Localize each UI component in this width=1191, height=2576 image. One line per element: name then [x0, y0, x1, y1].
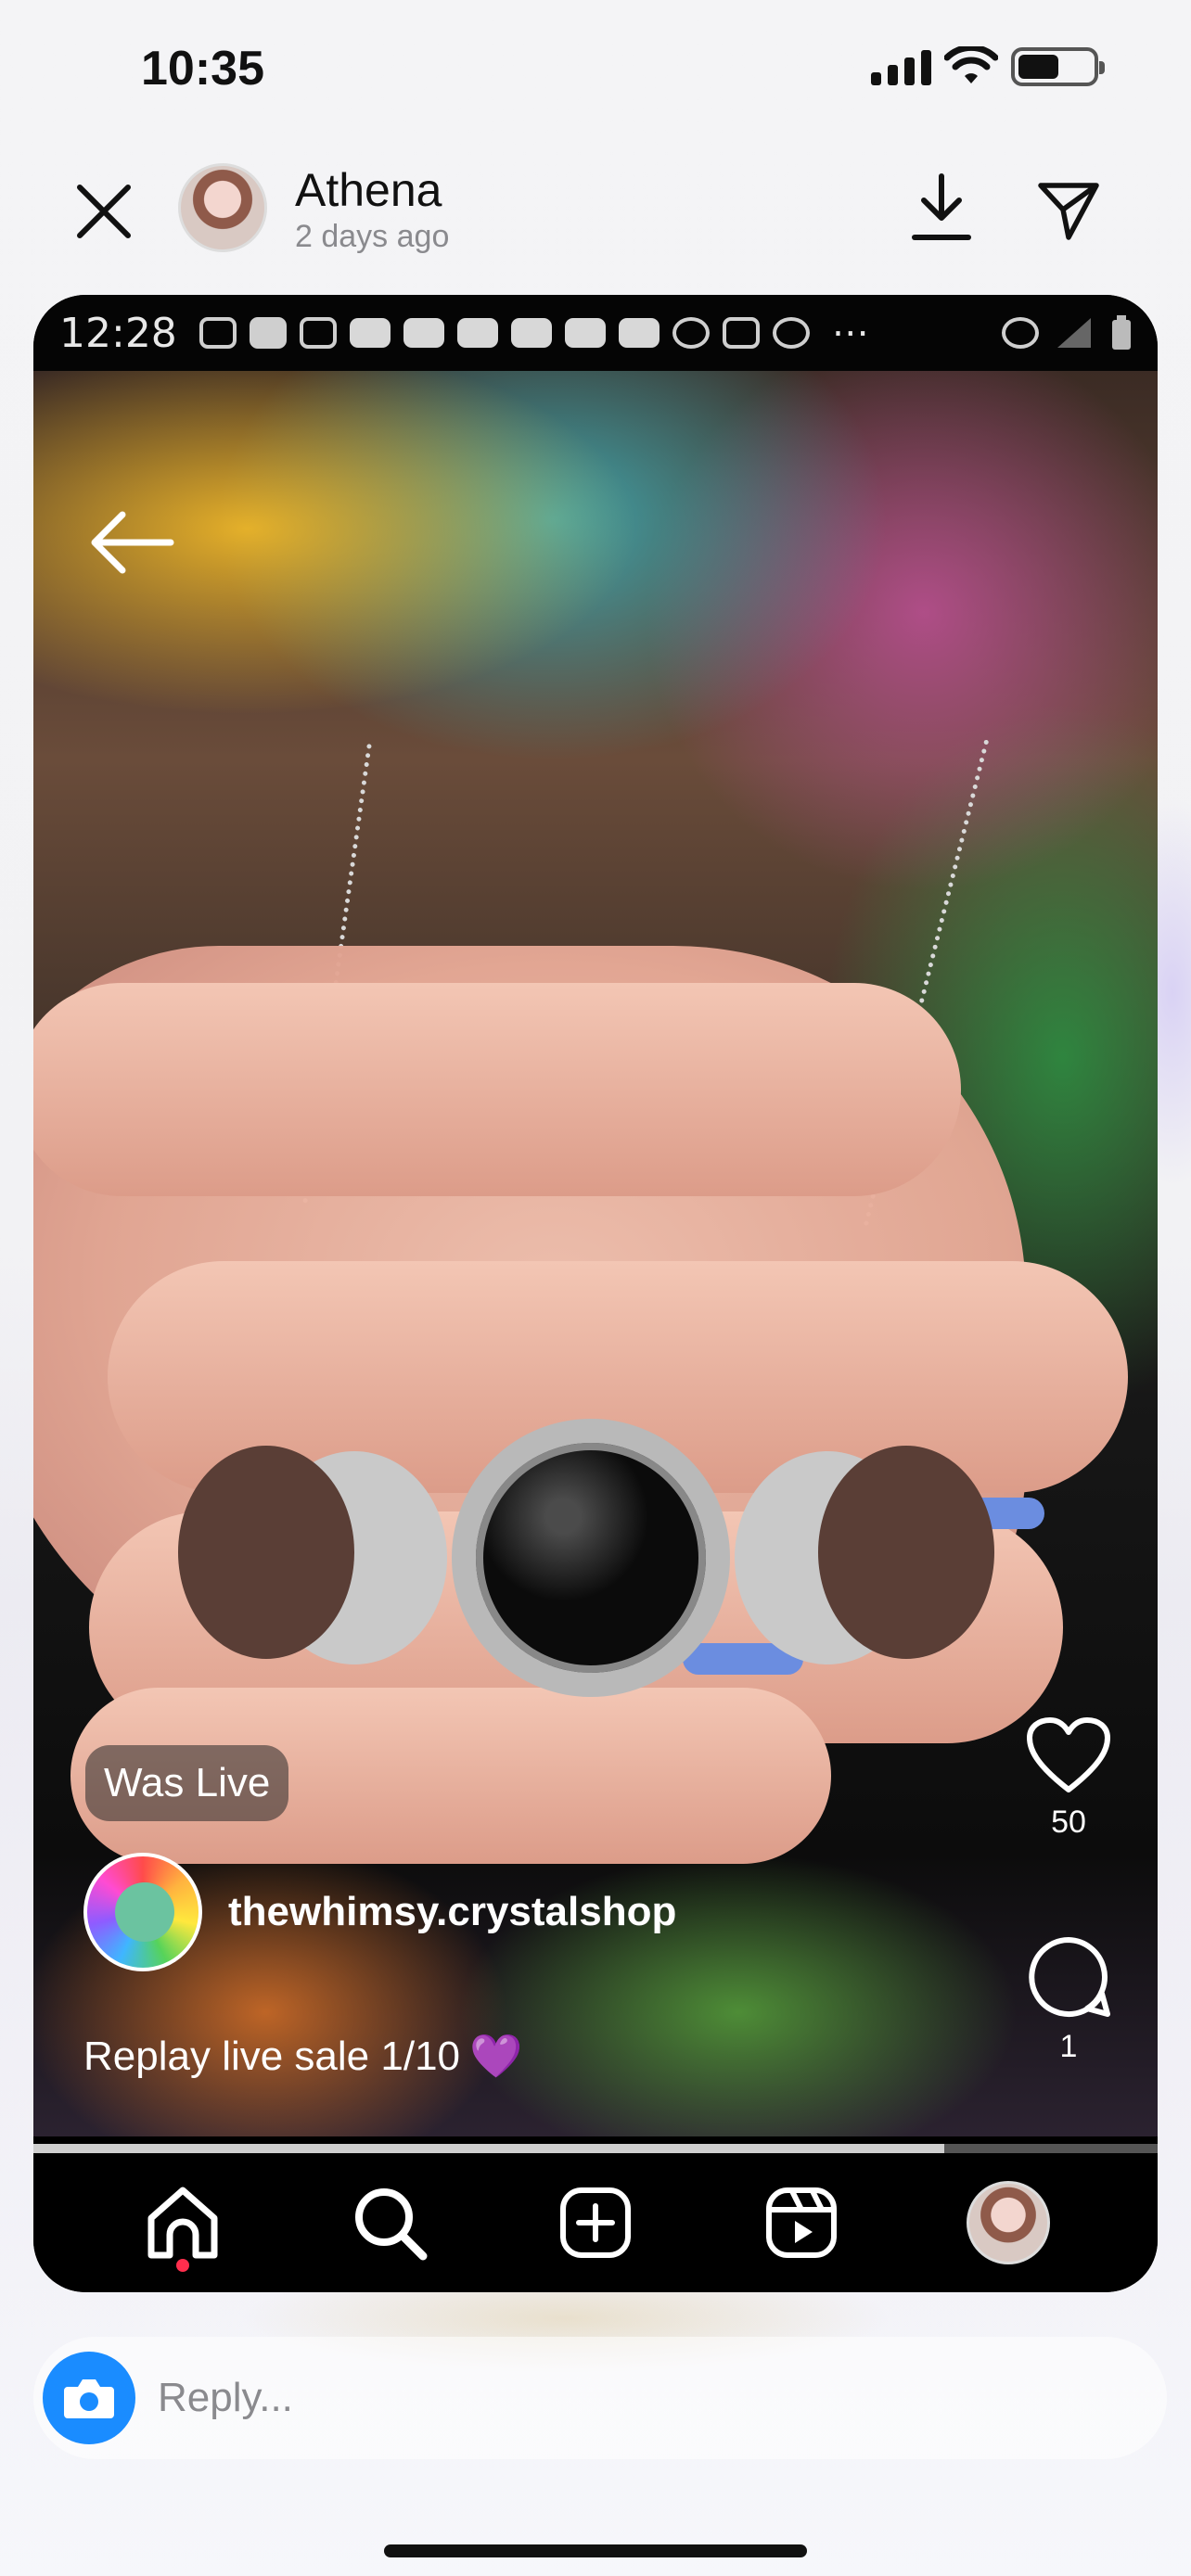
- tab-profile[interactable]: [966, 2181, 1050, 2264]
- embedded-status-bar: 12:28 ⋯: [33, 295, 1158, 371]
- status-icons: [871, 46, 1105, 87]
- tab-reels[interactable]: [760, 2181, 843, 2264]
- signal-icon: [871, 48, 931, 85]
- reel-author[interactable]: thewhimsy.crystalshop: [83, 1853, 676, 1971]
- like-group: 50: [1022, 1717, 1115, 1841]
- reply-bar: [33, 2337, 1167, 2459]
- youtube-icon: [510, 318, 552, 348]
- comment-icon[interactable]: [1026, 1934, 1111, 2020]
- share-button[interactable]: [1035, 176, 1102, 243]
- tab-search[interactable]: [348, 2181, 431, 2264]
- crescent-moon-left: [178, 1446, 447, 1664]
- close-icon: [77, 185, 131, 238]
- reply-input[interactable]: [135, 2375, 1167, 2421]
- reels-icon: [766, 2187, 838, 2258]
- alarm-icon: [1002, 317, 1039, 349]
- wifi-icon: [944, 46, 998, 83]
- embedded-time: 12:28: [59, 309, 177, 357]
- search-icon: [354, 2188, 428, 2261]
- purple-heart-emoji: 💜: [469, 2032, 523, 2080]
- instagram-icon: [722, 317, 760, 349]
- youtube-icon: [564, 318, 606, 348]
- calendar-icon: [198, 317, 237, 349]
- youtube-icon: [349, 318, 391, 348]
- heart-icon[interactable]: [1026, 1717, 1111, 1795]
- home-indicator[interactable]: [384, 2544, 807, 2557]
- youtube-icon: [403, 318, 444, 348]
- tab-home[interactable]: [141, 2181, 224, 2272]
- facebook-icon: [249, 317, 287, 349]
- triple-moon-pendant: [178, 1419, 994, 1702]
- status-time: 10:35: [141, 42, 264, 96]
- back-arrow-icon[interactable]: [85, 505, 178, 580]
- finger-image: [33, 983, 961, 1196]
- comment-count: 1: [1059, 2029, 1078, 2064]
- video-progress-bar[interactable]: [33, 2144, 1158, 2153]
- story-timestamp: 2 days ago: [295, 219, 450, 254]
- signal-icon: [1057, 318, 1091, 348]
- profile-avatar: [966, 2181, 1050, 2264]
- story-user-name[interactable]: Athena: [295, 163, 442, 217]
- create-icon: [559, 2187, 631, 2258]
- home-icon: [147, 2187, 218, 2259]
- more-notifications-icon: ⋯: [831, 312, 871, 353]
- youtube-icon: [456, 318, 498, 348]
- battery-icon: [1011, 47, 1105, 86]
- comment-group: 1: [1022, 1934, 1115, 2065]
- like-count: 50: [1051, 1804, 1086, 1840]
- battery-icon: [1112, 315, 1131, 350]
- instagram-icon: [299, 317, 337, 349]
- video-progress-fill: [33, 2144, 944, 2153]
- camera-icon: [64, 2379, 114, 2418]
- camera-button[interactable]: [43, 2352, 135, 2444]
- crescent-moon-right: [735, 1446, 994, 1664]
- story-user-avatar[interactable]: [178, 163, 267, 252]
- black-stone: [452, 1419, 730, 1697]
- download-button[interactable]: [909, 172, 974, 243]
- tab-create[interactable]: [554, 2181, 637, 2264]
- account-icon: [672, 317, 710, 349]
- reel-author-avatar[interactable]: [83, 1853, 202, 1971]
- caption-text: Replay live sale 1/10: [83, 2033, 461, 2079]
- notification-dot: [176, 2259, 190, 2272]
- reel-caption: Replay live sale 1/10 💜: [83, 2031, 522, 2082]
- embedded-tab-bar: [33, 2153, 1158, 2292]
- reel-author-username[interactable]: thewhimsy.crystalshop: [228, 1889, 676, 1935]
- download-icon: [912, 173, 971, 240]
- story-media[interactable]: 12:28 ⋯ 50 1 Was Live thewhimsy.crystals…: [33, 295, 1158, 2292]
- capcut-icon: [772, 317, 810, 349]
- was-live-badge: Was Live: [85, 1745, 289, 1821]
- embedded-status-right: [1002, 314, 1133, 351]
- close-button[interactable]: [69, 176, 139, 247]
- send-icon: [1038, 183, 1099, 240]
- youtube-icon: [618, 318, 660, 348]
